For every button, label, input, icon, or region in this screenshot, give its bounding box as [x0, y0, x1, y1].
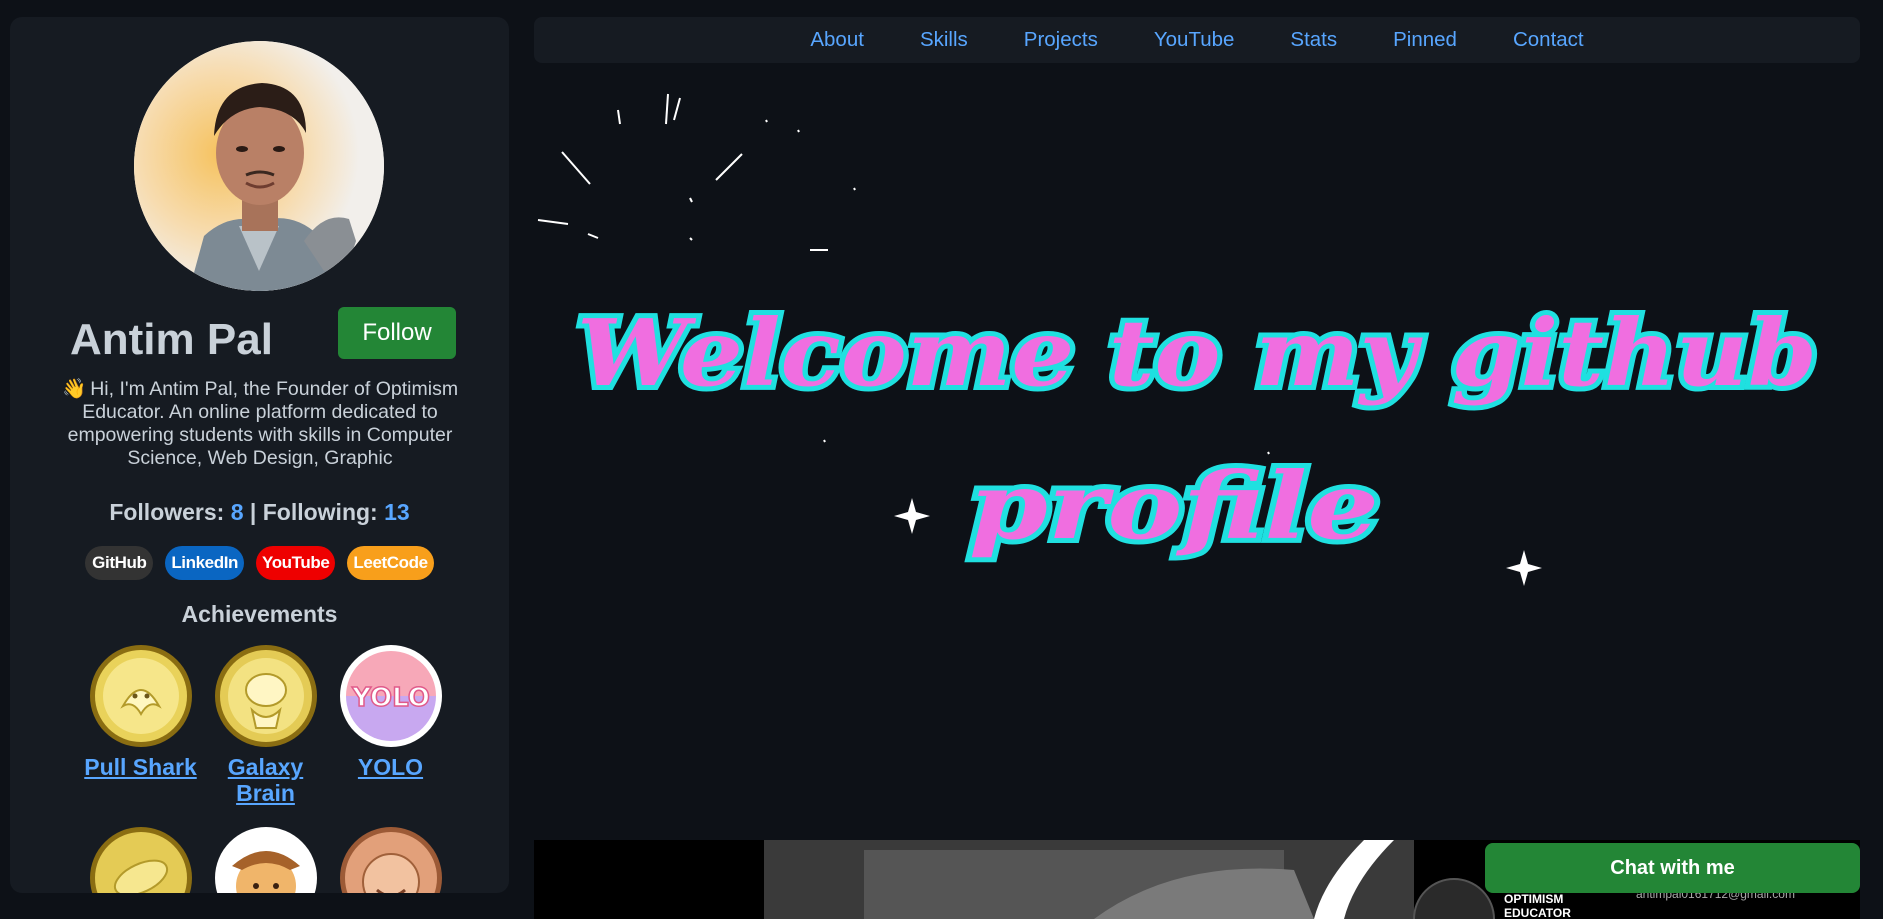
avatar [134, 41, 384, 291]
youtube-link[interactable]: YouTube [256, 546, 336, 580]
following-count[interactable]: 13 [384, 499, 410, 525]
welcome-line-1: Welcome to my github [577, 299, 1817, 407]
welcome-title: Welcome to my github profile [572, 294, 1822, 565]
sparkle-star-icon [1506, 550, 1542, 586]
followers-count[interactable]: 8 [231, 499, 244, 525]
nav-about[interactable]: About [782, 28, 892, 52]
quickdraw-badge-icon [214, 826, 318, 893]
profile-bio: 👋 Hi, I'm Antim Pal, the Founder of Optim… [50, 378, 470, 470]
nav-stats[interactable]: Stats [1262, 28, 1365, 52]
pair-extraordinaire-badge-icon [89, 826, 193, 893]
profile-name: Antim Pal [70, 315, 273, 364]
badge-quickdraw[interactable] [203, 826, 328, 893]
badge-label[interactable]: YOLO [358, 754, 423, 780]
profile-sidebar: Antim Pal Follow 👋 Hi, I'm Antim Pal, the… [10, 17, 509, 893]
social-links: GitHub LinkedIn YouTube LeetCode [10, 546, 509, 580]
top-navigation: About Skills Projects YouTube Stats Pinn… [534, 17, 1860, 63]
banner-brand-line1: OPTIMISM [1504, 892, 1563, 906]
banner-brand-line2: EDUCATOR [1504, 906, 1571, 919]
welcome-banner: Welcome to my github profile [537, 93, 1822, 586]
linkedin-link[interactable]: LinkedIn [165, 546, 245, 580]
badge-label[interactable]: Pull Shark [84, 754, 196, 780]
badge-yolo[interactable]: YOLO YOLO [328, 644, 453, 806]
nav-contact[interactable]: Contact [1485, 28, 1612, 52]
followers-label: Followers: [109, 499, 225, 525]
bio-text: Hi, I'm Antim Pal, the Founder of Optimi… [67, 378, 459, 469]
waving-hand-icon: 👋 [61, 378, 87, 400]
badge-pair-extraordinaire[interactable] [78, 826, 203, 893]
badge-label[interactable]: Galaxy Brain [203, 754, 328, 806]
galaxy-brain-badge-icon [214, 644, 318, 748]
yolo-badge-icon: YOLO [339, 644, 443, 748]
nav-pinned[interactable]: Pinned [1365, 28, 1485, 52]
badge-galaxy-brain[interactable]: Galaxy Brain [203, 644, 328, 806]
pull-shark-badge-icon [89, 644, 193, 748]
achievements-title: Achievements [181, 601, 338, 627]
follow-button[interactable]: Follow [338, 307, 456, 359]
nav-projects[interactable]: Projects [996, 28, 1126, 52]
follow-stats: Followers: 8 | Following: 13 [10, 499, 509, 526]
nav-youtube[interactable]: YouTube [1126, 28, 1263, 52]
achievement-badges: Pull Shark Galaxy Brain YOLO YOLO [78, 644, 458, 893]
badge-pull-shark[interactable]: Pull Shark [78, 644, 203, 806]
sparkle-star-icon [894, 498, 930, 534]
badge-starstruck[interactable] [328, 826, 453, 893]
nav-skills[interactable]: Skills [892, 28, 996, 52]
following-label: Following: [262, 499, 378, 525]
starstruck-badge-icon [339, 826, 443, 893]
leetcode-link[interactable]: LeetCode [347, 546, 434, 580]
yolo-badge-text: YOLO [351, 683, 430, 713]
stats-separator: | [249, 499, 257, 525]
github-link[interactable]: GitHub [85, 546, 154, 580]
welcome-line-2: profile [969, 452, 1379, 560]
chat-button[interactable]: Chat with me [1485, 843, 1860, 893]
name-row: Antim Pal Follow [70, 307, 470, 367]
welcome-hero: Welcome to my github profile [534, 80, 1860, 840]
